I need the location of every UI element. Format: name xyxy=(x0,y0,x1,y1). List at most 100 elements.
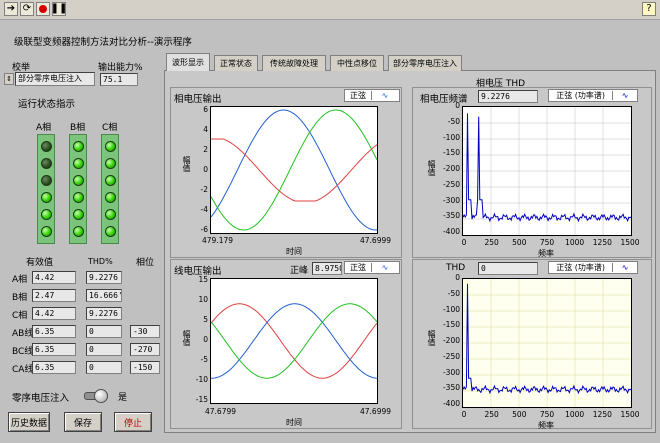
row-label: B相 xyxy=(12,293,28,303)
zero-seq-label: 零序电压注入 xyxy=(12,393,70,404)
phase-voltage-ylabel: 幅值 xyxy=(182,156,191,172)
pause-icon[interactable]: ❚❚ xyxy=(51,2,67,16)
line-spectrum-legend[interactable]: 正弦 (功率谱) ∿ xyxy=(548,261,638,274)
run-arrow-icon[interactable]: ➔ xyxy=(4,2,18,16)
line_spectrum-xtick: 750 xyxy=(539,410,555,419)
phase_spectrum-xtick: 1500 xyxy=(620,238,640,247)
phase-value: -150 xyxy=(130,361,160,374)
history-button[interactable]: 历史数据 xyxy=(8,412,50,432)
line-bc-line xyxy=(211,303,377,379)
toolbar: ➔ ⟳ ❚❚ ? xyxy=(0,0,660,20)
rms-value: 4.42 xyxy=(32,271,76,284)
capacity-label: 输出能力% xyxy=(98,63,143,73)
phase-a-label: A相 xyxy=(36,123,52,133)
help-icon[interactable]: ? xyxy=(642,2,656,16)
mode-selector[interactable]: ⇕ 部分零序电压注入 xyxy=(4,72,95,86)
status-led xyxy=(41,141,52,152)
line_spectrum-xtick: 1000 xyxy=(565,410,585,419)
line_spectrum-ytick: -100 xyxy=(442,304,460,314)
status-led xyxy=(41,209,52,220)
phase_voltage-ytick: 2 xyxy=(203,145,208,154)
phase-c-label: C相 xyxy=(102,123,118,133)
line-ab-line xyxy=(211,303,377,379)
phase-voltage-xstart: 479.179 xyxy=(202,236,234,245)
tab-normal[interactable]: 正常状态 xyxy=(214,55,258,71)
phase_voltage-ytick: 4 xyxy=(203,125,208,134)
row-label: A相 xyxy=(12,275,28,285)
phase_spectrum-ytick: -200 xyxy=(442,164,460,173)
legend-label: 正弦 (功率谱) xyxy=(556,91,606,100)
legend-label: 正弦 xyxy=(350,263,366,272)
status-led xyxy=(41,158,52,169)
phase-voltage-plot xyxy=(210,106,378,234)
phase-voltage-xend: 47.6999 xyxy=(360,236,392,245)
phase_spectrum-xtick: 750 xyxy=(539,238,555,247)
tab-traditional-fault[interactable]: 传统故障处理 xyxy=(262,55,326,71)
status-led xyxy=(73,141,84,152)
line-ca-line xyxy=(211,303,377,379)
status-title: 运行状态指示 xyxy=(18,99,76,110)
row-label: CA线 xyxy=(12,365,34,375)
phase-spectrum-legend[interactable]: 正弦 (功率谱) ∿ xyxy=(548,89,638,102)
line-thd-value: 0 xyxy=(478,262,538,275)
thd-value: 0 xyxy=(86,361,122,374)
phase-b-line xyxy=(211,138,377,202)
tab-partial-zero-seq[interactable]: 部分零序电压注入 xyxy=(388,55,462,71)
thd-value: 9.2276 xyxy=(86,307,122,320)
tab-neutral-shift[interactable]: 中性点移位 xyxy=(330,55,384,71)
line-spectrum-ylabel: 幅值 xyxy=(427,330,436,346)
phase-voltage-legend[interactable]: 正弦 ∿ xyxy=(344,89,400,102)
line_voltage-ytick: -15 xyxy=(195,395,208,404)
stop-button[interactable]: 停止 xyxy=(114,412,152,432)
phase_voltage-ytick: -6 xyxy=(200,225,208,234)
zero-seq-toggle[interactable] xyxy=(84,389,108,403)
phase_voltage-ytick: -4 xyxy=(200,205,208,214)
phase_voltage-ytick: -2 xyxy=(200,185,208,194)
line_spectrum-ytick: -50 xyxy=(447,288,460,298)
rms-header: 有效值 xyxy=(26,258,54,268)
phase_spectrum-xtick: 1250 xyxy=(592,238,612,247)
line-voltage-peak-value: 8.9750 xyxy=(312,262,342,275)
rms-value: 6.35 xyxy=(32,325,76,338)
phase_spectrum-xtick: 500 xyxy=(512,238,527,247)
phase-spectrum-ylabel: 幅值 xyxy=(427,160,436,176)
line-voltage-xend: 47.6999 xyxy=(360,407,392,416)
phase_spectrum-ytick: 0 xyxy=(455,101,460,110)
line_voltage-ytick: 5 xyxy=(203,315,208,324)
line-voltage-legend[interactable]: 正弦 ∿ xyxy=(344,261,400,274)
run-continuous-icon[interactable]: ⟳ xyxy=(20,2,34,16)
rms-value: 6.35 xyxy=(32,343,76,356)
line_voltage-ytick: 10 xyxy=(198,295,208,304)
phase-voltage-title: 相电压输出 xyxy=(174,94,222,105)
rms-value: 4.42 xyxy=(32,307,76,320)
line-thd-label: THD xyxy=(446,263,466,273)
thd-value: 16.666' xyxy=(86,289,122,302)
line_spectrum-ytick: -400 xyxy=(442,399,460,408)
capacity-value: 75.1 xyxy=(100,73,138,86)
save-button[interactable]: 保存 xyxy=(64,412,102,432)
row-label: AB线 xyxy=(12,329,34,339)
phase-value: -30 xyxy=(130,325,160,338)
row-label: BC线 xyxy=(12,347,34,357)
status-led xyxy=(41,192,52,203)
status-led xyxy=(73,175,84,186)
line_spectrum-ytick: 0 xyxy=(455,273,460,282)
phase_spectrum-ytick: -150 xyxy=(442,148,460,158)
tab-waveform[interactable]: 波形显示 xyxy=(166,53,210,71)
status-led xyxy=(105,209,116,220)
rms-value: 6.35 xyxy=(32,361,76,374)
rms-value: 2.47 xyxy=(32,289,76,302)
mode-value[interactable]: 部分零序电压注入 xyxy=(15,72,95,86)
phase_spectrum-ytick: -100 xyxy=(442,132,460,142)
line_spectrum-xtick: 500 xyxy=(512,410,527,419)
led-column-a xyxy=(37,134,55,244)
phase_spectrum-xtick: 250 xyxy=(484,238,499,247)
abort-icon[interactable] xyxy=(36,2,50,16)
phase_voltage-ytick: 6 xyxy=(203,105,208,114)
status-led xyxy=(105,158,116,169)
thd-value: 9.2276 xyxy=(86,271,122,284)
phase-thd-header: 相电压 THD xyxy=(476,79,526,89)
ring-arrows-icon[interactable]: ⇕ xyxy=(4,73,14,85)
status-led xyxy=(73,192,84,203)
phase-value: -270 xyxy=(130,343,160,356)
